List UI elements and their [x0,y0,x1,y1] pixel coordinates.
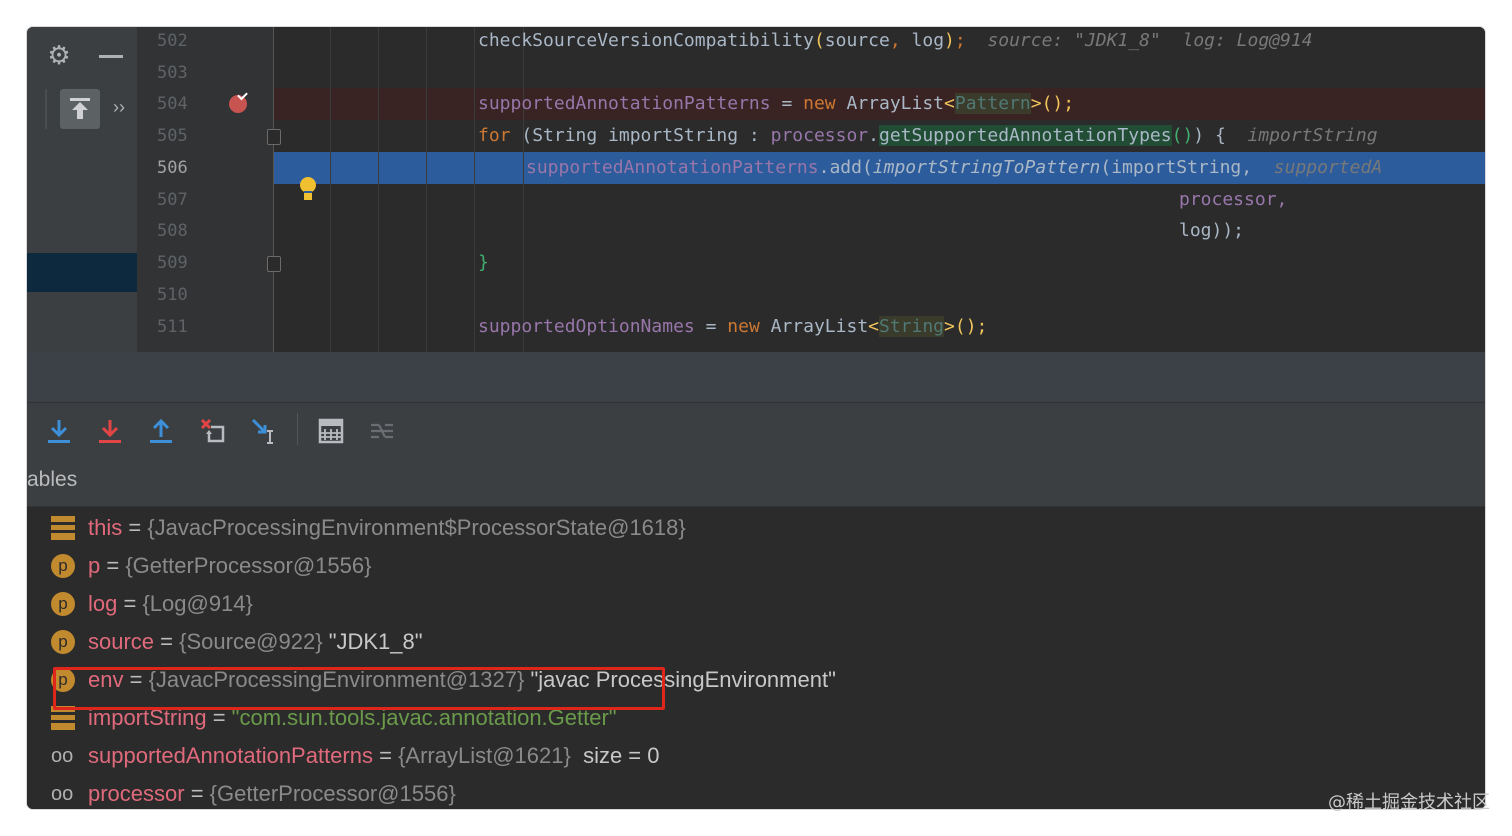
fold-marker-icon[interactable] [267,256,281,272]
parameter-icon: p [51,592,75,616]
panel-divider [27,352,1485,402]
drop-frame-icon[interactable] [199,417,227,445]
indent-guide [523,27,524,352]
variables-title: ables [27,468,78,491]
line-number: 502 [157,31,188,51]
debug-side-strip: ⚙ ›› [27,27,137,352]
code-line-507: processor, [1179,189,1288,210]
more-chevron-icon[interactable]: ›› [113,97,125,118]
fold-marker-icon[interactable] [267,129,281,145]
list-icon [51,516,75,540]
step-over-icon[interactable] [45,417,73,445]
fold-guide [273,27,274,352]
line-number-gutter: 502 503 504 505 506 507 508 509 510 511 [137,27,274,352]
toolbar-separator [297,413,298,445]
debugger-toolbar [27,402,1485,458]
restore-layout-button[interactable] [60,89,100,129]
minimize-icon[interactable] [99,55,123,58]
line-number: 507 [157,190,188,210]
code-line-504: supportedAnnotationPatterns = new ArrayL… [478,93,1075,114]
watch-icon: oo [51,783,74,805]
parameter-icon: p [51,554,75,578]
evaluate-expression-icon[interactable] [317,417,345,445]
lightbulb-icon[interactable] [299,177,317,200]
breakpoint-icon[interactable] [229,95,247,113]
parameter-icon: p [51,630,75,654]
indent-guide [426,27,427,352]
inline-value-hint: source: "JDK1_8" [987,30,1161,51]
trace-stream-icon[interactable] [368,417,396,445]
strip-divider [45,89,47,129]
code-line-508: log)); [1179,220,1245,241]
indent-guide [378,27,379,352]
code-line-509: } [478,252,489,273]
frame-selection[interactable] [27,253,137,292]
step-into-icon[interactable] [96,417,124,445]
inline-value-hint: importString [1247,125,1378,146]
line-number: 510 [157,285,188,305]
variable-row[interactable]: p source = {Source@922} "JDK1_8" [51,623,423,661]
code-editor[interactable]: checkSourceVersionCompatibility(source, … [274,27,1485,352]
highlight-box [53,667,665,710]
variable-row[interactable]: oo processor = {GetterProcessor@1556} [51,775,456,809]
variables-header: ables [27,456,1485,507]
line-number: 509 [157,253,188,273]
inline-value-hint: supportedA [1273,157,1383,178]
code-line-511: supportedOptionNames = new ArrayList<Str… [478,316,988,337]
line-number: 504 [157,94,188,114]
gear-icon[interactable]: ⚙ [45,41,73,69]
line-number: 508 [157,221,188,241]
code-line-502: checkSourceVersionCompatibility(source, … [478,30,1313,51]
inline-value-hint: log: Log@914 [1182,30,1313,51]
line-number: 505 [157,126,188,146]
line-number: 503 [157,63,188,83]
watch-icon: oo [51,745,74,767]
line-number: 506 [157,158,188,178]
code-line-506: supportedAnnotationPatterns.add(importSt… [526,157,1383,178]
variables-panel: ables this = {JavacProcessingEnvironment… [27,456,1485,809]
code-line-505: for (String importString : processor.get… [478,125,1378,146]
variable-row[interactable]: oo supportedAnnotationPatterns = {ArrayL… [51,737,660,775]
indent-guide [474,27,475,352]
watermark: @稀土掘金技术社区 [1328,792,1490,813]
indent-guide [330,27,331,352]
pin-up-icon [70,98,90,119]
line-number: 511 [157,317,188,337]
variable-row[interactable]: p log = {Log@914} [51,585,253,623]
variable-row[interactable]: this = {JavacProcessingEnvironment$Proce… [51,509,686,547]
step-out-icon[interactable] [147,417,175,445]
run-to-cursor-icon[interactable] [250,417,278,445]
variable-row[interactable]: p p = {GetterProcessor@1556} [51,547,371,585]
